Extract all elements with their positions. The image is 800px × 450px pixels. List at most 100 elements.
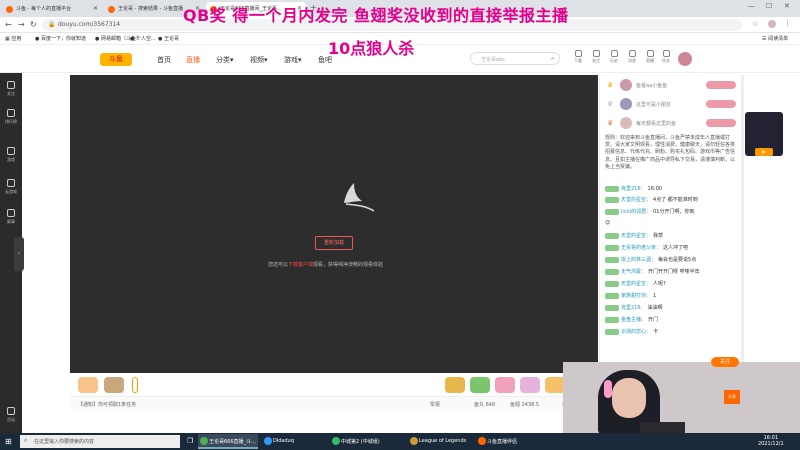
noble-badge — [706, 81, 736, 89]
reload-button[interactable]: 重新加载 — [315, 236, 353, 250]
report-link[interactable]: 举报 — [430, 401, 440, 408]
download-client-link[interactable]: 下载客户端 — [288, 262, 313, 268]
reading-list[interactable]: ☰ 阅读清单 — [762, 35, 788, 42]
chat-panel: ♛ 鱼爸aa小鱼鱼 ♛ 这里可是小朋友 ♛ 每天都看这里的鱼 规则：欢迎来到斗鱼… — [599, 75, 741, 365]
gift-item[interactable] — [78, 377, 98, 393]
system-clock[interactable]: 16:01 2021/12/1 — [758, 435, 784, 447]
search-input[interactable]: 王论哥abc ⌕ — [470, 52, 560, 65]
chat-message: 天堂的星空： 人呢? — [605, 280, 740, 290]
user-avatar[interactable] — [678, 52, 692, 66]
taskbar-app-douyu[interactable]: 斗鱼直播伴侣 — [476, 434, 536, 449]
taskbar-app-lol[interactable]: League of Legends — [408, 434, 470, 449]
noble-badge — [706, 119, 736, 127]
streamer-face — [612, 378, 646, 418]
bookmark-item[interactable]: ● 百度一下，你就知道 — [35, 35, 86, 42]
headset-icon — [604, 380, 612, 398]
player-hint: 您还可以下载客户端观看，获得纯净流畅的观看体验 — [268, 262, 384, 268]
close-icon[interactable]: ✕ — [93, 5, 98, 12]
promo-banner[interactable]: ▶ — [745, 112, 783, 156]
forward-icon[interactable]: → — [18, 20, 25, 29]
crown-icon: ♛ — [607, 100, 614, 108]
search-icon[interactable]: ⌕ — [551, 55, 554, 63]
gift-item[interactable] — [520, 377, 540, 393]
nav-live[interactable]: 直播 — [186, 55, 200, 65]
gift-item[interactable] — [445, 377, 465, 393]
live-icon[interactable]: 直播 — [644, 50, 656, 64]
back-icon[interactable]: ← — [5, 20, 12, 29]
sidebar-item-events[interactable]: 赛事 — [0, 209, 22, 225]
avatar — [620, 98, 632, 110]
avatar — [620, 117, 632, 129]
rank-item[interactable]: ♛ 每天都看这里的鱼 — [604, 115, 742, 131]
chat-message: 金盘主播： 开门 — [605, 316, 740, 326]
menu-icon[interactable]: ⋮ — [784, 19, 791, 27]
profile-avatar[interactable] — [768, 20, 776, 28]
window-close-icon[interactable]: ✕ — [784, 2, 790, 10]
taskbar-search-input[interactable]: ⌕ 在这里输入你要搜索的内容 — [20, 435, 180, 448]
chat-message: 王贸易的老父亲： 这人冲了吧 — [605, 244, 740, 254]
chat-message: 识测的您心：卡 — [605, 328, 740, 338]
share-button[interactable]: 分享 — [724, 390, 740, 404]
bookmark-item[interactable]: ● 王论哥 — [158, 35, 179, 42]
follow-button[interactable]: 关注 — [711, 357, 739, 367]
video-player[interactable] — [70, 75, 598, 373]
bookmark-item[interactable]: ▦ 应用 — [5, 35, 21, 42]
task-view-icon[interactable]: ❐ — [187, 437, 193, 445]
chat-message: 天堂的星空： 4点了 都不能准时到 — [605, 196, 740, 206]
promo-button[interactable]: ▶ — [755, 148, 773, 156]
chat-message: lichi的邻居： 01分开门啊，你到 — [605, 208, 740, 218]
sidebar-expand-handle[interactable]: › — [14, 237, 24, 271]
fishball-count: 鱼丸 648 — [474, 402, 496, 408]
chat-rules-notice: 规则：欢迎来到斗鱼直播间，斗鱼严禁未成年人直播或打赏。请大家文明观看，理性消费，… — [605, 135, 736, 170]
chat-message: 克里216： 油油啊 — [605, 304, 740, 314]
douyu-logo[interactable]: 斗鱼 — [100, 53, 132, 66]
chat-message: 克里216： 16:00 — [605, 185, 740, 195]
bookmark-item[interactable]: ● 个人空... — [130, 35, 156, 42]
windows-taskbar: ⊞ ⌕ 在这里输入你要搜索的内容 ❐ 王论哥666直播_斗... Didaduq… — [0, 433, 800, 450]
minimize-icon[interactable]: — — [748, 2, 755, 10]
browser-tab[interactable]: 斗鱼 - 每个人的直播平台 ✕ — [2, 2, 102, 17]
reload-icon[interactable]: ↻ — [30, 20, 37, 29]
notice-text[interactable]: 【通知】你可领取1条任务 — [78, 401, 136, 408]
gift-item[interactable] — [495, 377, 515, 393]
gift-item[interactable] — [470, 377, 490, 393]
rank-item[interactable]: ♛ 这里可是小朋友 — [604, 96, 742, 112]
chat-message: 😊 — [605, 220, 611, 226]
noble-badge — [706, 100, 736, 108]
douyu-fish-icon — [344, 183, 375, 212]
avatar — [620, 79, 632, 91]
crown-icon: ♛ — [607, 119, 614, 127]
nav-home[interactable]: 首页 — [157, 55, 171, 65]
sidebar-item-activity[interactable]: 活动 — [0, 407, 22, 423]
follow-icon[interactable]: 关注 — [590, 50, 602, 64]
taskbar-app[interactable]: 中城第2 (中城组) — [330, 434, 400, 449]
sidebar-item-cloud-games[interactable]: 云游戏 — [0, 179, 22, 195]
download-icon[interactable]: 下载 — [572, 50, 584, 64]
sidebar-item-rank[interactable]: 排行榜 — [0, 109, 22, 125]
task-icon[interactable]: 任务 — [660, 50, 672, 64]
douyu-favicon-icon — [6, 6, 13, 13]
windows-start-icon[interactable]: ⊞ — [5, 437, 12, 446]
nav-video[interactable]: 视频▾ — [250, 55, 268, 65]
gift-item[interactable] — [104, 377, 124, 393]
maximize-icon[interactable]: ☐ — [766, 2, 772, 10]
gift-item[interactable] — [545, 377, 565, 393]
taskbar-app[interactable]: Didaduq — [262, 434, 322, 449]
gift-bar — [70, 373, 598, 397]
chat-message: 家族甜打你： 1 — [605, 292, 740, 302]
gift-scroll-handle[interactable] — [132, 377, 138, 393]
sidebar-item-games[interactable]: 游戏 — [0, 147, 22, 163]
nav-games[interactable]: 游戏▾ — [284, 55, 302, 65]
taskbar-app-chrome[interactable]: 王论哥666直播_斗... — [198, 434, 258, 449]
history-icon[interactable]: 历史 — [608, 50, 620, 64]
chat-scrollbar[interactable] — [741, 75, 744, 365]
chat-message: 无气鸿蒙： 开门开开门呀 啰嗦半年 — [605, 268, 740, 278]
star-icon[interactable]: ☆ — [752, 20, 758, 28]
crown-icon: ♛ — [607, 81, 614, 89]
rank-item[interactable]: ♛ 鱼爸aa小鱼鱼 — [604, 77, 742, 93]
message-icon[interactable]: 消息 — [626, 50, 638, 64]
info-bar: 【通知】你可领取1条任务 举报 鱼丸 648 鱼翅 2438.5 等级 — [70, 397, 598, 411]
lock-icon: 🔒 — [48, 21, 56, 28]
nav-category[interactable]: 分类▾ — [216, 55, 234, 65]
sidebar-item-follow[interactable]: 关注 — [0, 81, 22, 97]
